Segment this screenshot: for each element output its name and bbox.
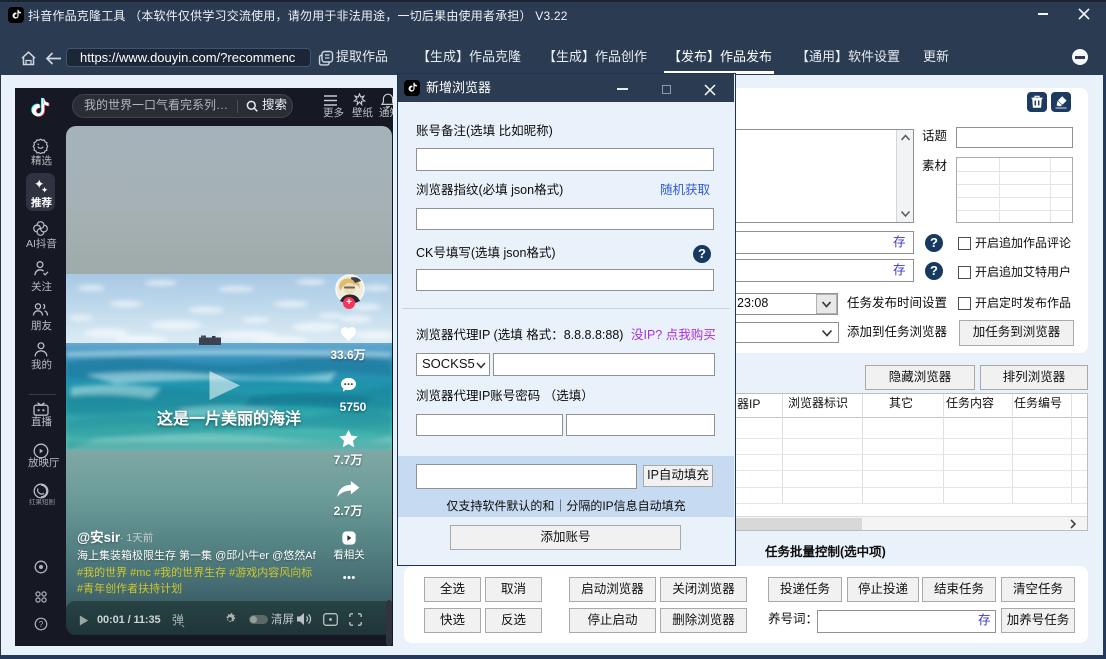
svg-text:?: ? bbox=[39, 620, 44, 629]
